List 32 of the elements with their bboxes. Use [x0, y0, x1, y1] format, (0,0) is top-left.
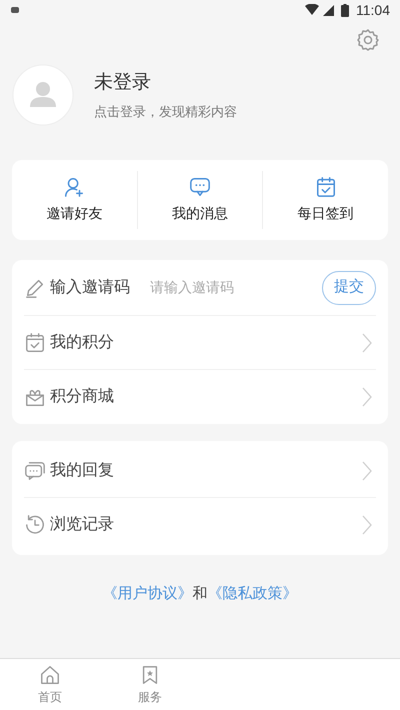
chevron-right-icon — [362, 332, 372, 352]
menu-item[interactable]: 浏览记录 — [24, 498, 376, 552]
clock-history-icon — [24, 514, 46, 536]
chat-bubbles-icon — [24, 460, 46, 482]
menu-item[interactable]: 我的积分 — [24, 316, 376, 370]
login-hint: 点击登录，发现精彩内容 — [94, 102, 237, 120]
avatar-icon[interactable] — [12, 64, 74, 126]
nav-tab[interactable]: 首页 — [0, 659, 100, 710]
status-time: 11:04 — [356, 0, 390, 20]
calendar-check-icon — [314, 176, 337, 198]
nav-tab[interactable]: 服务 — [100, 659, 200, 710]
wifi-icon — [305, 4, 319, 16]
calendar-check-icon — [24, 332, 46, 354]
battery-icon — [341, 4, 349, 16]
chevron-right-icon — [362, 460, 372, 480]
chevron-right-icon — [362, 387, 372, 407]
house-icon — [39, 664, 61, 686]
settings-icon[interactable] — [356, 28, 380, 52]
quick-action[interactable]: 每日签到 — [263, 176, 388, 224]
menu-item[interactable]: 积分商城 — [24, 370, 376, 424]
login-status[interactable]: 未登录 — [94, 69, 237, 98]
invite-code-field[interactable]: 请输入邀请码 — [150, 277, 322, 298]
notification-icon — [10, 5, 20, 15]
chat-bubble-icon — [189, 176, 211, 198]
menu-label: 输入邀请码 — [50, 278, 130, 298]
chevron-right-icon — [362, 515, 372, 535]
person-plus-icon — [63, 176, 86, 198]
signal-icon — [323, 4, 334, 16]
joiner-text: 和 — [192, 584, 208, 604]
quick-action[interactable]: 我的消息 — [138, 176, 262, 224]
quick-action[interactable]: 邀请好友 — [12, 176, 137, 224]
menu-item[interactable]: 我的回复 — [24, 444, 376, 498]
